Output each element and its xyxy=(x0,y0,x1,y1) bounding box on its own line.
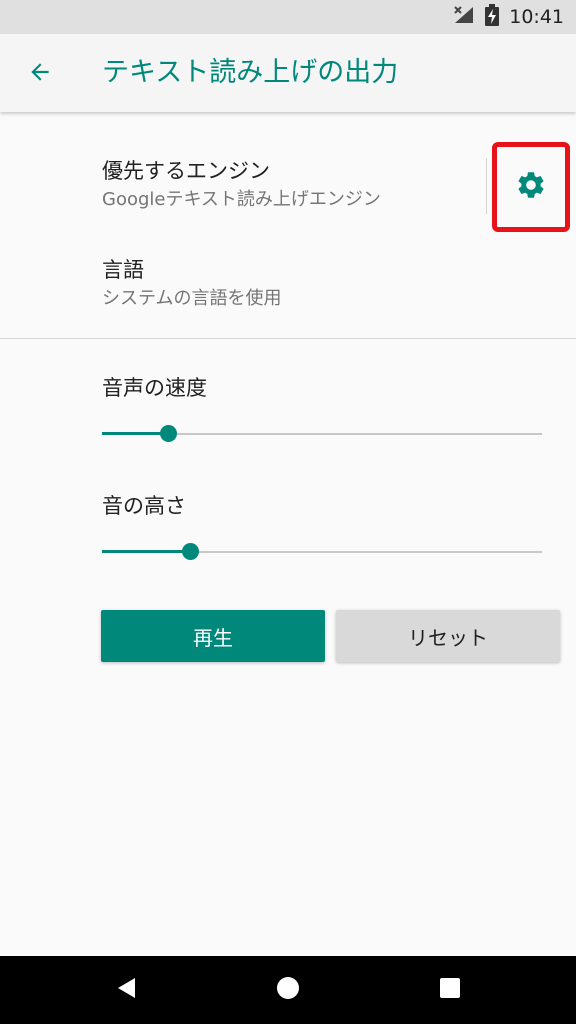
page-title: テキスト読み上げの出力 xyxy=(102,57,399,88)
arrow-back-icon xyxy=(27,59,53,89)
status-time: 10:41 xyxy=(509,6,564,28)
slider-fill xyxy=(102,550,190,553)
back-triangle-icon xyxy=(115,976,137,1004)
speech-rate-slider[interactable] xyxy=(102,424,542,444)
home-circle-icon xyxy=(276,976,300,1004)
language-title: 言語 xyxy=(102,258,144,282)
slider-fill xyxy=(102,432,168,435)
engine-settings-button[interactable] xyxy=(492,142,570,232)
nav-home-button[interactable] xyxy=(268,970,308,1010)
app-bar: テキスト読み上げの出力 xyxy=(0,34,576,112)
nav-back-button[interactable] xyxy=(106,970,146,1010)
preferred-engine-summary: Googleテキスト読み上げエンジン xyxy=(102,189,381,210)
pitch-slider[interactable] xyxy=(102,542,542,562)
play-button[interactable]: 再生 xyxy=(101,610,325,662)
back-button[interactable] xyxy=(20,54,60,94)
status-icons: 10:41 xyxy=(453,0,564,34)
section-divider xyxy=(0,338,576,339)
recents-square-icon xyxy=(439,977,461,1003)
battery-charging-icon xyxy=(485,3,500,31)
gear-icon xyxy=(515,169,547,205)
slider-thumb[interactable] xyxy=(160,425,177,442)
preferred-engine-title: 優先するエンジン xyxy=(102,159,270,183)
slider-thumb[interactable] xyxy=(182,543,199,560)
nav-recents-button[interactable] xyxy=(430,970,470,1010)
status-bar: 10:41 xyxy=(0,0,576,34)
language-summary: システムの言語を使用 xyxy=(102,288,282,309)
language-item[interactable]: 言語 システムの言語を使用 xyxy=(102,256,281,312)
pitch-label: 音の高さ xyxy=(102,494,186,518)
signal-no-service-icon xyxy=(453,5,475,30)
reset-button[interactable]: リセット xyxy=(336,610,560,662)
navigation-bar xyxy=(0,956,576,1024)
vertical-divider xyxy=(486,158,487,214)
speech-rate-label: 音声の速度 xyxy=(102,376,207,400)
preferred-engine-item[interactable]: 優先するエンジン Googleテキスト読み上げエンジン xyxy=(102,157,381,213)
